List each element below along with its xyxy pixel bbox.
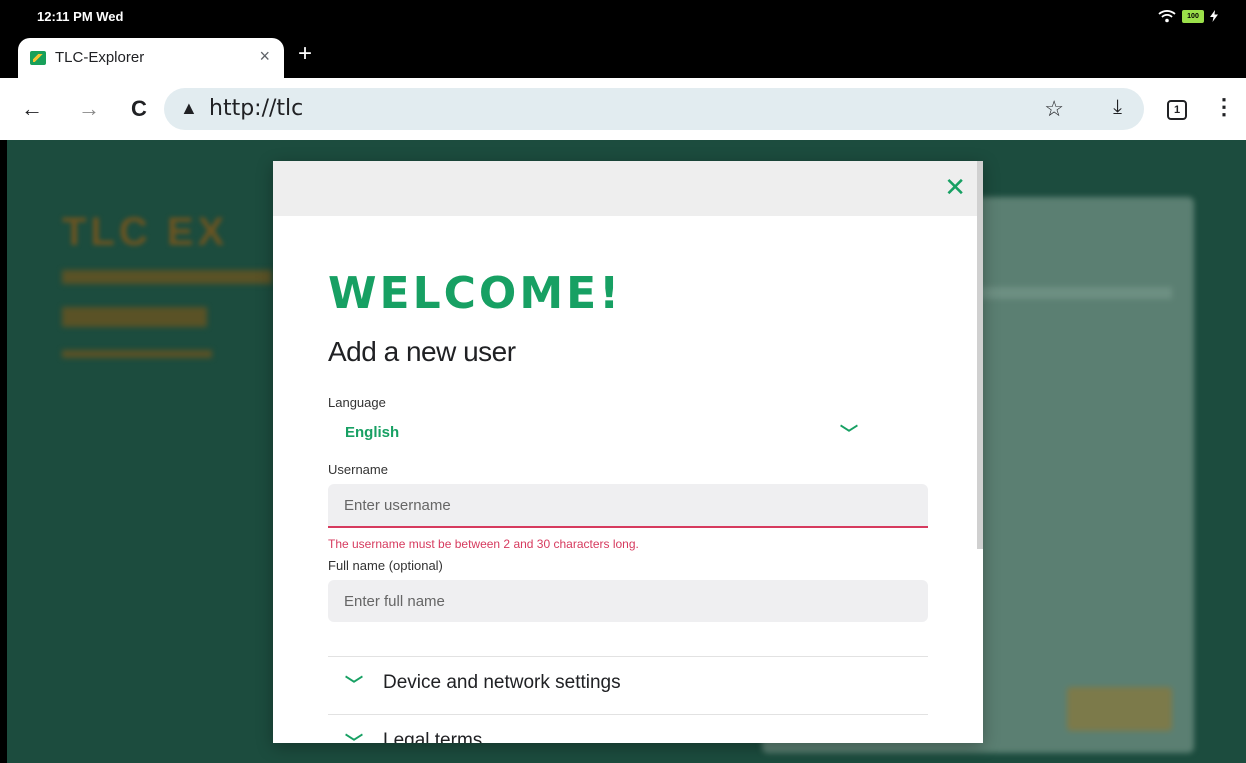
- dialog-scrollbar[interactable]: [977, 161, 983, 549]
- tab-strip: TLC-Explorer ×: [0, 34, 1246, 78]
- browser-tab[interactable]: TLC-Explorer ×: [18, 38, 284, 78]
- add-user-dialog: ✕ WELCOME! Add a new user Language Engli…: [273, 161, 983, 743]
- language-select[interactable]: English ﹀: [328, 416, 928, 450]
- dialog-header: ✕: [273, 161, 983, 216]
- address-bar[interactable]: ▲ http://tlc ☆ ⤓: [164, 88, 1144, 130]
- bookmark-star-icon[interactable]: ☆: [1044, 96, 1064, 122]
- fullname-input[interactable]: [328, 580, 928, 622]
- section-title: Legal terms: [383, 730, 483, 743]
- background-card-field: [972, 287, 1172, 299]
- new-tab-button[interactable]: +: [298, 42, 312, 66]
- device-network-settings-section[interactable]: ﹀ Device and network settings: [328, 657, 928, 713]
- tab-close-button[interactable]: ×: [259, 46, 270, 67]
- not-secure-warning-icon[interactable]: ▲: [180, 98, 198, 119]
- more-menu-icon[interactable]: ⋮: [1213, 94, 1235, 120]
- status-time: 12:11 PM Wed: [37, 9, 124, 24]
- url-text[interactable]: http://tlc: [209, 96, 303, 121]
- chevron-down-icon: ﹀: [345, 675, 363, 695]
- download-icon[interactable]: ⤓: [1113, 96, 1122, 119]
- system-icons: 100: [1158, 9, 1218, 23]
- charging-icon: [1210, 10, 1218, 22]
- reload-icon[interactable]: C: [131, 96, 147, 122]
- fullname-field[interactable]: [328, 580, 928, 622]
- background-card-button: [1067, 687, 1172, 731]
- forward-arrow-icon[interactable]: →: [78, 96, 100, 122]
- language-value: English: [345, 424, 400, 441]
- username-label: Username: [328, 462, 388, 477]
- fullname-label: Full name (optional): [328, 558, 443, 573]
- chevron-down-icon: ﹀: [345, 733, 363, 743]
- tab-switcher-button[interactable]: 1: [1167, 100, 1187, 120]
- username-error-message: The username must be between 2 and 30 ch…: [328, 537, 639, 551]
- browser-toolbar: ← → C ▲ http://tlc ☆ ⤓ 1 ⋮: [0, 78, 1246, 140]
- username-input[interactable]: [328, 484, 928, 526]
- tab-title: TLC-Explorer: [55, 49, 145, 66]
- dialog-close-button[interactable]: ✕: [944, 173, 966, 201]
- tlc-favicon-icon: [30, 51, 46, 65]
- background-subtitle: [62, 270, 272, 284]
- welcome-logo: WELCOME!: [328, 268, 623, 319]
- legal-terms-section[interactable]: ﹀ Legal terms: [328, 715, 928, 743]
- battery-icon: 100: [1182, 9, 1204, 23]
- language-label: Language: [328, 395, 386, 410]
- wifi-icon: [1158, 10, 1176, 23]
- dialog-title: Add a new user: [328, 336, 516, 367]
- background-brand: [62, 307, 207, 327]
- chevron-down-icon: ﹀: [840, 424, 858, 444]
- username-field[interactable]: [328, 484, 928, 528]
- status-bar: 12:11 PM Wed 100: [0, 0, 1246, 34]
- section-title: Device and network settings: [383, 672, 621, 693]
- back-arrow-icon[interactable]: ←: [21, 96, 43, 122]
- background-app-title: TLC EX: [62, 210, 229, 254]
- background-tagline: [62, 350, 212, 358]
